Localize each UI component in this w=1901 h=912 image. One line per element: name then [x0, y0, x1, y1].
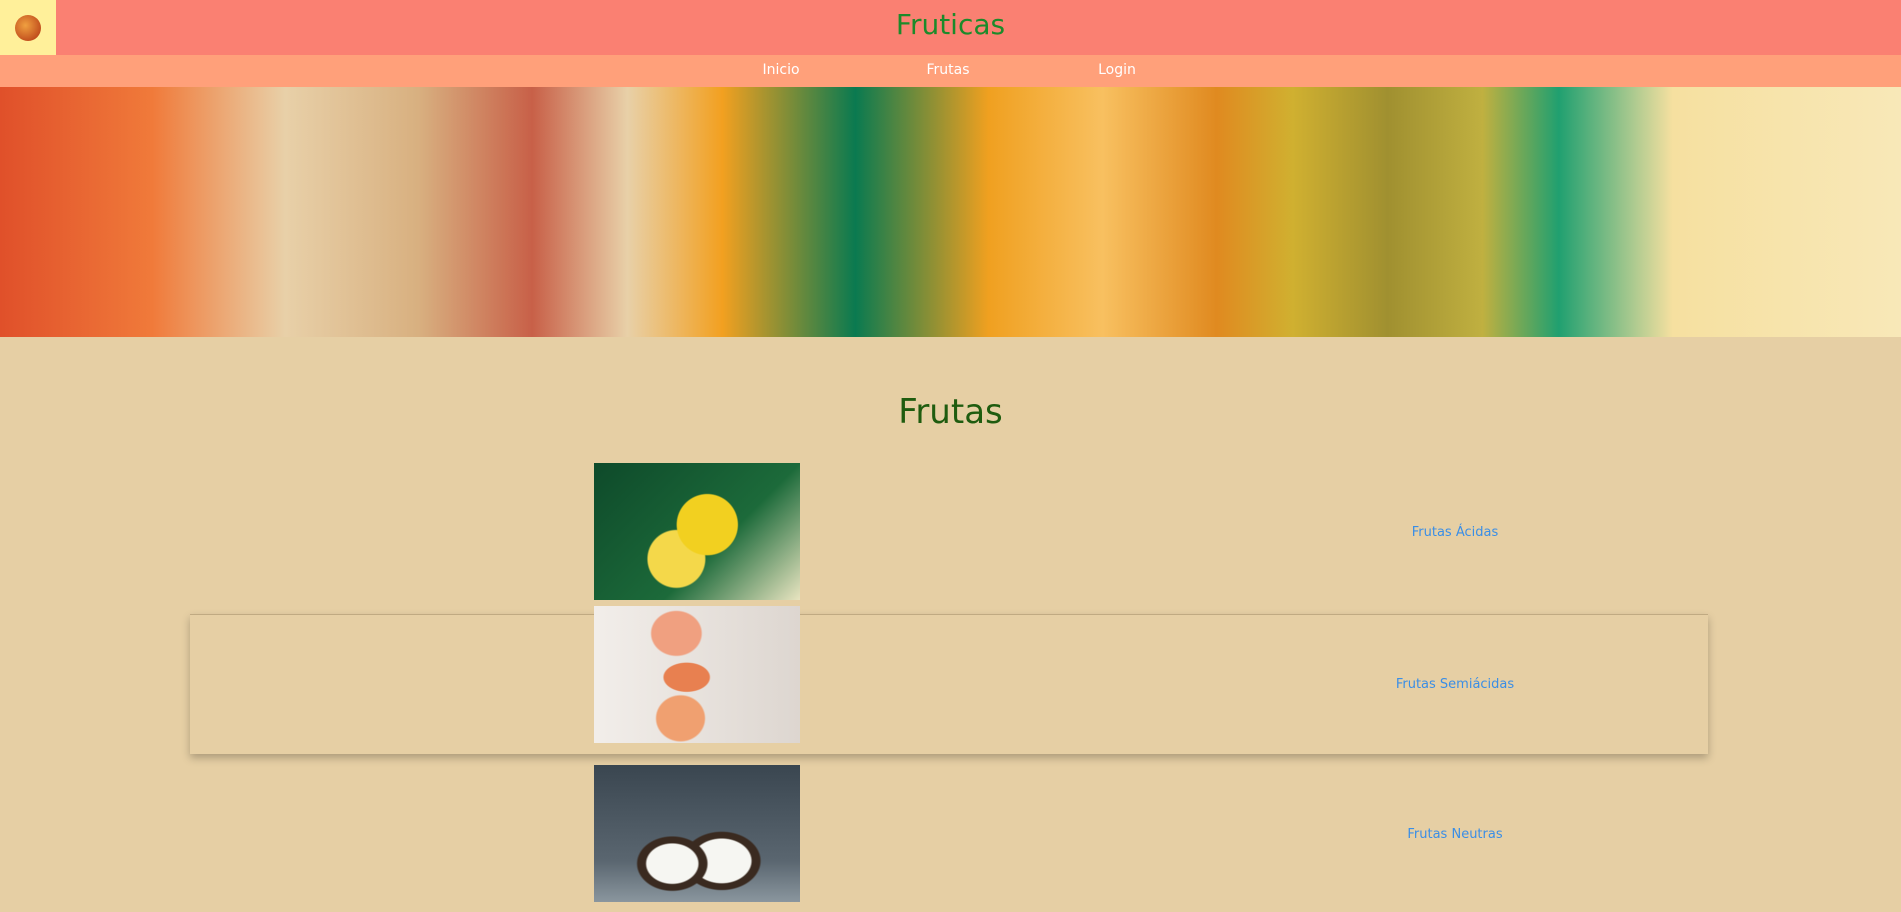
dried-fruit-banner	[0, 87, 1901, 337]
nav-login[interactable]: Login	[1098, 62, 1136, 78]
category-card-neutras[interactable]: Frutas Neutras	[190, 765, 1708, 905]
nav-inicio[interactable]: Inicio	[762, 62, 799, 78]
site-header: Fruticas	[0, 0, 1901, 55]
category-link-semiacidas[interactable]: Frutas Semiácidas	[1396, 677, 1514, 692]
category-link-neutras[interactable]: Frutas Neutras	[1407, 827, 1502, 842]
main-nav: Inicio Frutas Login	[0, 55, 1901, 87]
coconuts-image	[594, 765, 800, 902]
category-link-acidas[interactable]: Frutas Ácidas	[1412, 525, 1499, 540]
peaches-image	[594, 606, 800, 743]
nav-frutas[interactable]: Frutas	[926, 62, 969, 78]
site-title: Fruticas	[895, 8, 1006, 41]
lemons-image	[594, 463, 800, 600]
page-title: Frutas	[898, 392, 1003, 432]
category-card-semiacidas[interactable]: Frutas Semiácidas	[190, 606, 1708, 754]
category-card-acidas[interactable]: Frutas Ácidas	[190, 463, 1708, 603]
